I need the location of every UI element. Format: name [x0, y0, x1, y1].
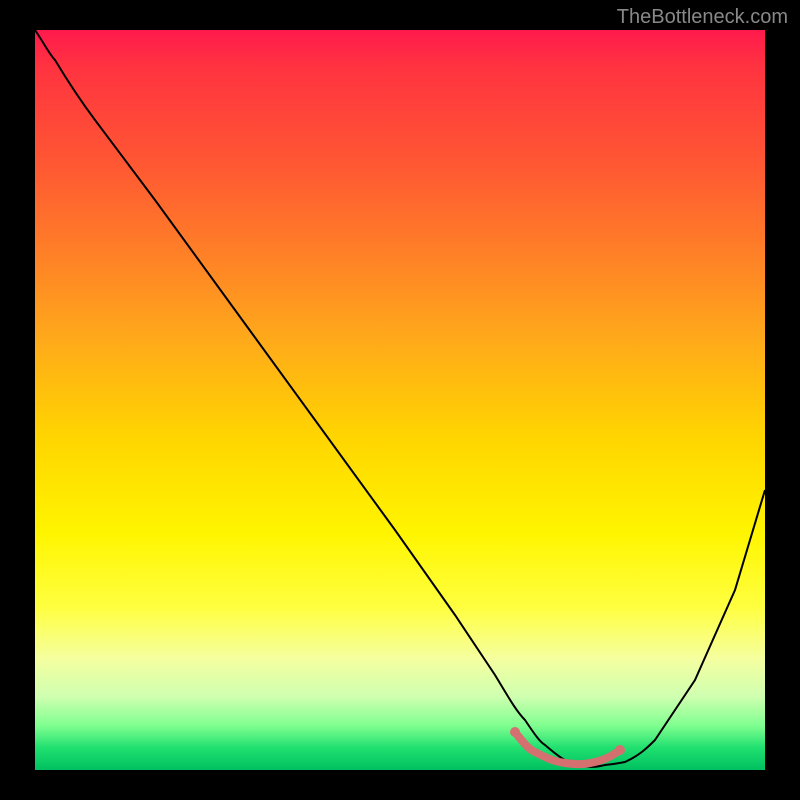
bottleneck-curve-line	[35, 30, 765, 767]
optimal-range-highlight	[515, 732, 620, 764]
curve-svg	[35, 30, 765, 770]
highlight-end-dot	[615, 745, 625, 755]
chart-plot-area	[35, 30, 765, 770]
watermark-text: TheBottleneck.com	[617, 6, 788, 29]
